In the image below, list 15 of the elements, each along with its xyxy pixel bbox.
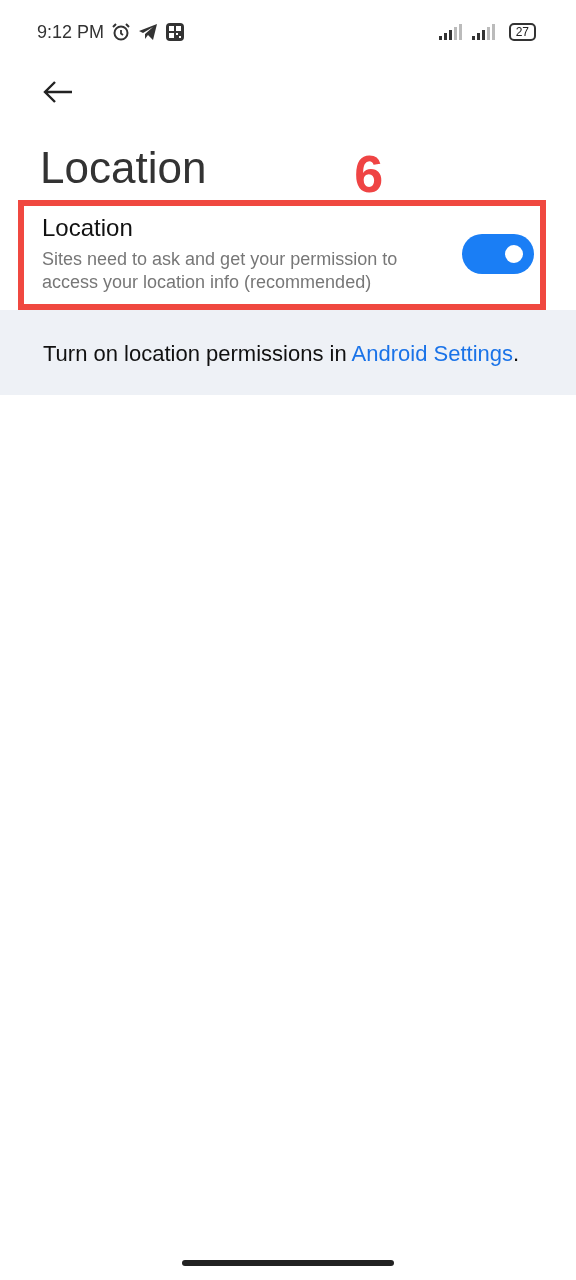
signal-icon (471, 24, 498, 40)
app-grid-icon (165, 22, 186, 42)
setting-description: Sites need to ask and get your permission to access your location info (recommended) (42, 248, 399, 294)
battery-indicator: 27 (508, 23, 536, 41)
android-settings-link[interactable]: Android Settings (351, 341, 513, 366)
alarm-clock-icon (111, 22, 132, 42)
setting-title: Location (42, 214, 134, 242)
location-toggle[interactable] (462, 234, 534, 274)
notice-text: Turn on location permissions in Android Settings. (43, 340, 521, 368)
paper-plane-icon (138, 23, 159, 41)
page-title: Location (40, 143, 207, 193)
annotation-number: 6 (354, 144, 384, 204)
signal-icon (438, 24, 465, 40)
status-time: 9:12 PM (37, 21, 105, 43)
back-arrow-icon[interactable] (42, 80, 74, 104)
